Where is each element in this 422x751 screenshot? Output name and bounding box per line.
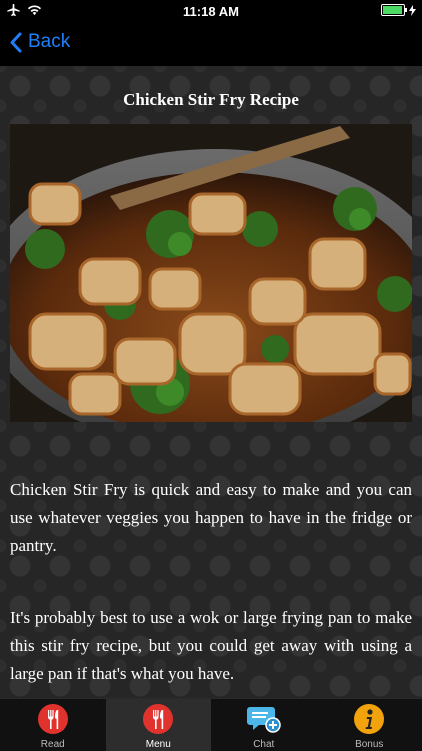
navigation-bar: Back <box>0 22 422 66</box>
charging-icon <box>409 5 416 16</box>
stir-fry-image <box>10 124 412 422</box>
back-label: Back <box>28 31 70 53</box>
tab-label: Chat <box>211 739 317 750</box>
tab-menu[interactable]: Menu <box>106 699 212 751</box>
back-button[interactable]: Back <box>10 31 70 53</box>
tab-label: Bonus <box>317 739 422 750</box>
status-time: 11:18 AM <box>0 4 422 19</box>
tab-label: Read <box>0 739 106 750</box>
recipe-content[interactable]: Chicken Stir Fry Recipe <box>0 66 422 698</box>
recipe-paragraph: It's probably best to use a wok or large… <box>10 604 412 688</box>
tab-bar: Read Menu Chat Bonus <box>0 698 422 751</box>
tab-bonus[interactable]: Bonus <box>317 699 422 751</box>
chevron-left-icon <box>10 32 22 53</box>
page-title: Chicken Stir Fry Recipe <box>0 90 422 110</box>
fork-knife-icon <box>37 703 69 735</box>
recipe-photo <box>10 124 412 422</box>
fork-knife-icon <box>142 703 174 735</box>
tab-read[interactable]: Read <box>0 699 106 751</box>
recipe-paragraph: Chicken Stir Fry is quick and easy to ma… <box>10 476 412 560</box>
status-bar: 11:18 AM <box>0 0 422 22</box>
tab-chat[interactable]: Chat <box>211 699 317 751</box>
battery-icon <box>381 4 405 16</box>
chat-bubble-plus-icon <box>247 703 281 735</box>
tab-label: Menu <box>106 739 212 750</box>
info-icon <box>353 703 385 735</box>
